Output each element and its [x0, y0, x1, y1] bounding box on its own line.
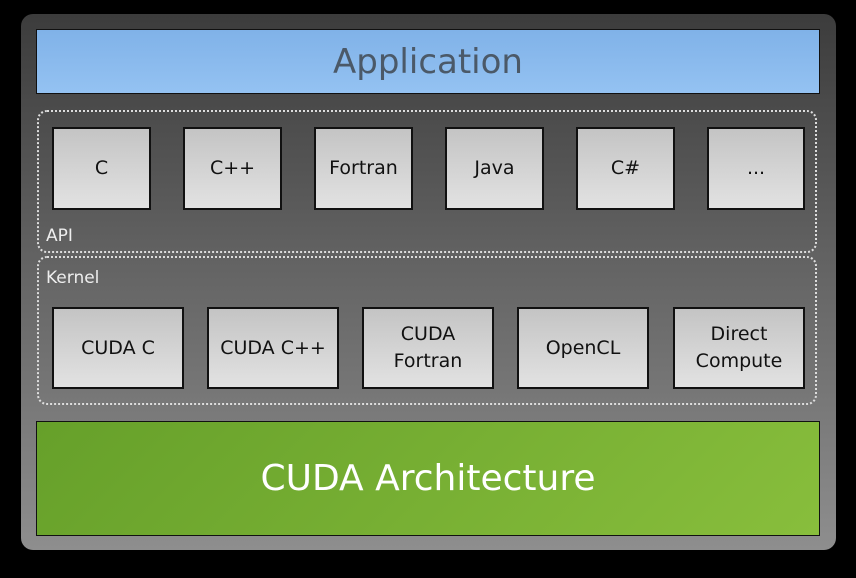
kernel-box-cuda-cpp: CUDA C++ — [207, 307, 339, 389]
api-group — [37, 110, 817, 253]
api-label: API — [46, 226, 73, 246]
api-box-fortran: Fortran — [314, 127, 413, 210]
api-box-more: ... — [707, 127, 805, 210]
api-box-c: C — [52, 127, 151, 210]
kernel-box-opencl: OpenCL — [517, 307, 649, 389]
api-box-csharp: C# — [576, 127, 675, 210]
api-box-java: Java — [445, 127, 544, 210]
kernel-box-cuda-fortran: CUDA Fortran — [362, 307, 494, 389]
kernel-box-cuda-c: CUDA C — [52, 307, 184, 389]
cuda-architecture-layer: CUDA Architecture — [36, 421, 820, 536]
kernel-label: Kernel — [46, 268, 100, 288]
kernel-box-direct-compute: Direct Compute — [673, 307, 805, 389]
application-layer: Application — [36, 29, 820, 94]
api-box-cpp: C++ — [183, 127, 282, 210]
